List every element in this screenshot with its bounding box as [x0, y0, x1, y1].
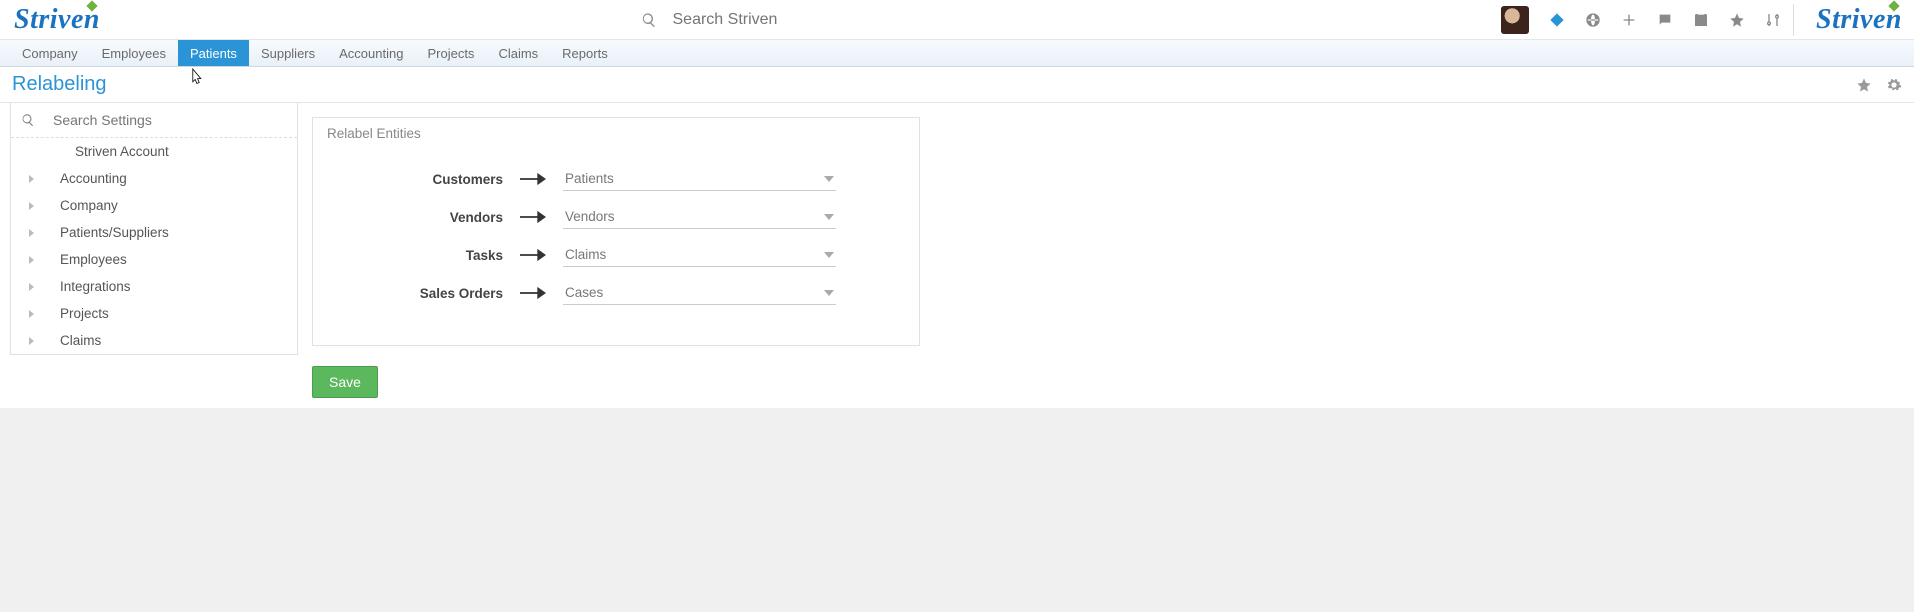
relabel-row-label: Tasks: [353, 248, 503, 263]
arrow-right-icon: [503, 210, 563, 224]
settings-sidebar: Striven Account Accounting Company Patients…: [10, 103, 298, 355]
brand-text: Striven: [14, 4, 100, 35]
top-icon-bar: [1501, 6, 1781, 34]
sidebar-item-label: Projects: [60, 306, 109, 321]
brand-logo-right[interactable]: Striven: [1814, 4, 1902, 36]
sidebar-item-accounting[interactable]: Accounting: [11, 165, 297, 192]
favorite-star-icon[interactable]: [1856, 77, 1872, 93]
sidebar-item-label: Claims: [60, 333, 101, 348]
sidebar-item-striven-account[interactable]: Striven Account: [11, 138, 297, 165]
arrow-right-icon: [503, 286, 563, 300]
nav-tab-company[interactable]: Company: [10, 40, 90, 66]
relabel-row-tasks: Tasks Claims: [353, 243, 879, 267]
relabel-row-label: Sales Orders: [353, 286, 503, 301]
sidebar-item-label: Accounting: [60, 171, 127, 186]
expand-icon: [29, 337, 34, 345]
sidebar-item-patients-suppliers[interactable]: Patients/Suppliers: [11, 219, 297, 246]
sidebar-item-integrations[interactable]: Integrations: [11, 273, 297, 300]
global-search-wrap: [100, 10, 1501, 30]
sidebar-search-icon[interactable]: [21, 113, 35, 127]
select-value: Cases: [565, 285, 603, 300]
sidebar-item-label: Company: [60, 198, 118, 213]
nav-tab-claims[interactable]: Claims: [486, 40, 550, 66]
brand-logo[interactable]: Striven: [12, 4, 100, 36]
sidebar-item-projects[interactable]: Projects: [11, 300, 297, 327]
gear-icon[interactable]: [1886, 77, 1902, 93]
arrow-right-icon: [503, 172, 563, 186]
chevron-down-icon: [824, 176, 834, 182]
chevron-down-icon: [824, 290, 834, 296]
relabel-row-vendors: Vendors Vendors: [353, 205, 879, 229]
page-title: Relabeling: [12, 73, 107, 96]
relabel-row-sales-orders: Sales Orders Cases: [353, 281, 879, 305]
brand-text-right: Striven: [1816, 4, 1902, 35]
sidebar-item-company[interactable]: Company: [11, 192, 297, 219]
expand-icon: [29, 229, 34, 237]
panel-title: Relabel Entities: [313, 118, 919, 149]
save-button[interactable]: Save: [312, 366, 378, 398]
expand-icon: [29, 175, 34, 183]
main-content: Relabel Entities Customers Patients Vendor…: [298, 103, 1914, 408]
page-title-bar: Relabeling: [0, 67, 1914, 103]
nav-tab-reports[interactable]: Reports: [550, 40, 620, 66]
select-value: Claims: [565, 247, 606, 262]
sidebar-item-claims[interactable]: Claims: [11, 327, 297, 354]
relabel-row-label: Vendors: [353, 210, 503, 225]
relabel-panel: Relabel Entities Customers Patients Vendor…: [312, 117, 920, 346]
expand-icon: [29, 283, 34, 291]
relabel-select-tasks[interactable]: Claims: [563, 243, 836, 267]
nav-tab-patients[interactable]: Patients: [178, 40, 249, 66]
chevron-down-icon: [824, 214, 834, 220]
search-icon[interactable]: [641, 12, 657, 28]
nav-tab-employees[interactable]: Employees: [90, 40, 178, 66]
sidebar-item-label: Striven Account: [75, 144, 169, 159]
calendar-icon[interactable]: [1693, 12, 1709, 28]
nav-tab-suppliers[interactable]: Suppliers: [249, 40, 327, 66]
top-header: Striven Striven: [0, 0, 1914, 40]
globe-icon[interactable]: [1585, 12, 1601, 28]
chevron-down-icon: [824, 252, 834, 258]
relabel-row-label: Customers: [353, 172, 503, 187]
avatar[interactable]: [1501, 6, 1529, 34]
sidebar-item-employees[interactable]: Employees: [11, 246, 297, 273]
global-search-input[interactable]: [671, 10, 931, 30]
nav-tabs: CompanyEmployeesPatientsSuppliersAccount…: [0, 40, 1914, 67]
nav-tab-projects[interactable]: Projects: [415, 40, 486, 66]
app-diamond-icon[interactable]: [1549, 12, 1565, 28]
plus-icon[interactable]: [1621, 12, 1637, 28]
expand-icon: [29, 256, 34, 264]
chat-icon[interactable]: [1657, 12, 1673, 28]
relabel-select-sales-orders[interactable]: Cases: [563, 281, 836, 305]
select-value: Vendors: [565, 209, 615, 224]
sidebar-item-label: Patients/Suppliers: [60, 225, 169, 240]
relabel-select-vendors[interactable]: Vendors: [563, 205, 836, 229]
nav-tab-accounting[interactable]: Accounting: [327, 40, 415, 66]
sidebar-item-label: Employees: [60, 252, 127, 267]
expand-icon: [29, 310, 34, 318]
expand-icon: [29, 202, 34, 210]
sliders-icon[interactable]: [1765, 12, 1781, 28]
relabel-row-customers: Customers Patients: [353, 167, 879, 191]
sidebar-search-input[interactable]: [51, 111, 287, 129]
sidebar-item-label: Integrations: [60, 279, 131, 294]
select-value: Patients: [565, 171, 614, 186]
star-icon[interactable]: [1729, 12, 1745, 28]
relabel-select-customers[interactable]: Patients: [563, 167, 836, 191]
arrow-right-icon: [503, 248, 563, 262]
